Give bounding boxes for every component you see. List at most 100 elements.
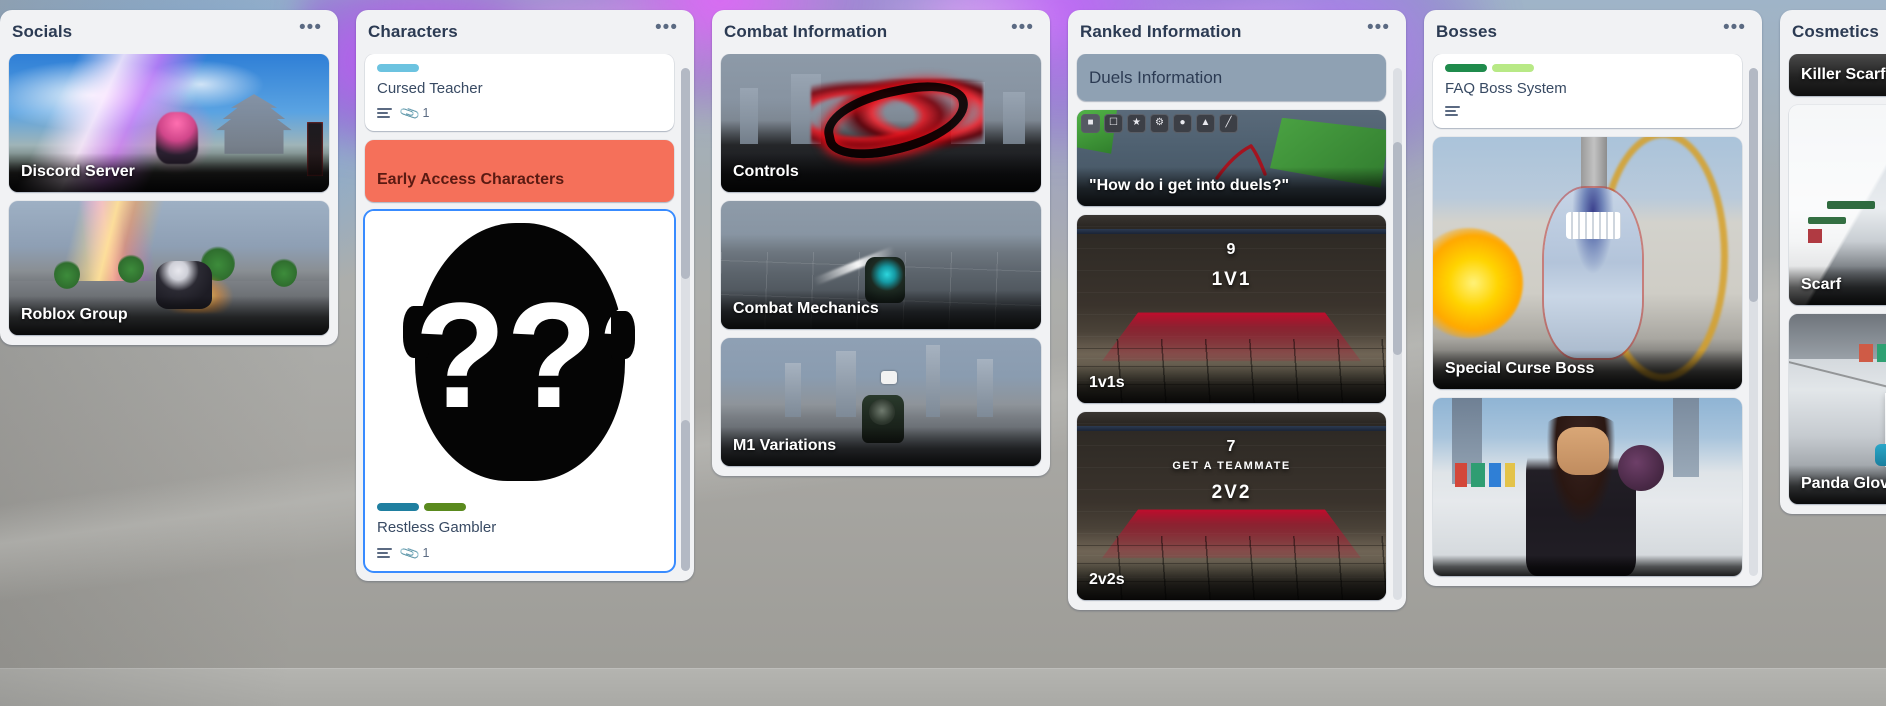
- list-header: Bosses •••: [1424, 10, 1762, 54]
- list-characters[interactable]: Characters ••• Cursed Teacher 📎 1 Early …: [356, 10, 694, 582]
- card-cursed-teacher[interactable]: Cursed Teacher 📎 1: [365, 53, 674, 132]
- list-scrollbar[interactable]: [681, 68, 690, 572]
- card-title: Duels Information: [1089, 67, 1223, 87]
- card-title: Panda Glove: [1789, 464, 1886, 504]
- question-mark-icon: ???: [414, 271, 675, 440]
- label-pill[interactable]: [424, 503, 466, 512]
- card-controls[interactable]: Controls: [721, 53, 1041, 192]
- draw-icon[interactable]: ╱: [1219, 113, 1238, 133]
- list-menu-icon[interactable]: •••: [1007, 18, 1038, 41]
- arena-topline-art: [1077, 425, 1386, 431]
- card-title: FAQ Boss System: [1445, 79, 1567, 97]
- card-cover-image: Combat Mechanics: [721, 200, 1041, 329]
- tree-art: [53, 258, 80, 289]
- list-menu-icon[interactable]: •••: [651, 18, 682, 41]
- card-early-access-characters[interactable]: Early Access Characters: [365, 140, 674, 203]
- attachment-badge: 📎 1: [398, 542, 429, 565]
- list-scrollbar[interactable]: [1749, 68, 1758, 577]
- card-restless-gambler[interactable]: ??? Restless Gambler 📎 1: [365, 211, 675, 572]
- paperclip-icon: 📎: [398, 102, 422, 125]
- arena-player-count: 7: [1226, 437, 1237, 455]
- fire-art: [1433, 228, 1523, 339]
- trello-board[interactable]: Socials ••• Discord Server Roblox Group …: [0, 0, 1886, 706]
- list-header: Ranked Information •••: [1068, 10, 1406, 54]
- card-title: 1v1s: [1077, 363, 1386, 403]
- arena-subtitle: GET A TEAMMATE: [1172, 459, 1291, 472]
- list-menu-icon[interactable]: •••: [1719, 18, 1750, 41]
- card-color-cover: Early Access Characters: [365, 140, 674, 203]
- list-scrollbar[interactable]: [1393, 68, 1402, 600]
- list-ranked-information[interactable]: Ranked Information ••• Duels Information: [1068, 10, 1406, 610]
- game-toolbar-icons: ■ ☐ ★ ⚙ ● ▲ ╱: [1081, 113, 1238, 133]
- card-duels-information[interactable]: Duels Information: [1077, 53, 1386, 101]
- list-combat-information[interactable]: Combat Information ••• Controls Combat M…: [712, 10, 1050, 476]
- building-art: [740, 87, 759, 144]
- card-panda-glove[interactable]: Panda Glove: [1789, 313, 1886, 504]
- list-socials[interactable]: Socials ••• Discord Server Roblox Group: [0, 10, 338, 345]
- record-icon[interactable]: ▲: [1196, 113, 1215, 133]
- list-cards: FAQ Boss System Special Curse Boss: [1424, 53, 1762, 579]
- card-labels: [1433, 54, 1742, 72]
- card-2v2s[interactable]: 7 GET A TEAMMATE 2V2 2v2s: [1077, 411, 1386, 600]
- list-header: Characters •••: [356, 10, 694, 54]
- roblox-icon[interactable]: ■: [1081, 113, 1100, 133]
- emote-icon[interactable]: ★: [1127, 113, 1146, 133]
- foliage-art: [1827, 200, 1876, 209]
- person-icon[interactable]: ●: [1173, 113, 1192, 133]
- list-title: Characters: [368, 22, 458, 41]
- card-badges: 📎 1: [365, 98, 674, 131]
- list-cards: Controls Combat Mechanics M1 Variations: [712, 53, 1050, 468]
- card-scarf[interactable]: Scarf: [1789, 104, 1886, 305]
- card-cover-image: Panda Glove: [1789, 313, 1886, 504]
- building-art: [977, 359, 993, 418]
- card-title: Combat Mechanics: [721, 289, 1041, 329]
- list-cards: Killer Scarf Scarf Panda Glov: [1780, 53, 1886, 506]
- arena-topline-art: [1077, 228, 1386, 234]
- card-title: Special Curse Boss: [1433, 350, 1742, 390]
- card-title: M1 Variations: [721, 426, 1041, 466]
- list-menu-icon[interactable]: •••: [1363, 18, 1394, 41]
- card-m1-variations[interactable]: M1 Variations: [721, 337, 1041, 466]
- screenshot-icon[interactable]: ☐: [1104, 113, 1123, 133]
- paperclip-icon: 📎: [398, 541, 422, 565]
- card-badges: 📎 1: [365, 538, 674, 571]
- card-title: 2v2s: [1077, 560, 1386, 600]
- list-cosmetics[interactable]: Cosmetics ••• Killer Scarf Scarf: [1780, 10, 1886, 514]
- list-title: Socials: [12, 22, 73, 41]
- card-cover-image: Scarf: [1789, 104, 1886, 305]
- card-title: Restless Gambler: [377, 519, 497, 537]
- label-pill[interactable]: [377, 503, 419, 512]
- card-title: Roblox Group: [9, 295, 329, 335]
- description-icon: [377, 547, 392, 559]
- panda-glove-art: [1875, 443, 1886, 466]
- tree-art: [117, 252, 144, 283]
- card-how-do-i-get-into-duels[interactable]: ■ ☐ ★ ⚙ ● ▲ ╱ "How do i get into duels?": [1077, 109, 1386, 206]
- description-badge: [377, 547, 392, 559]
- description-icon: [1445, 106, 1460, 117]
- list-header: Socials •••: [0, 10, 338, 54]
- card-special-curse-boss[interactable]: Special Curse Boss: [1433, 137, 1742, 390]
- pillar-art: [1581, 137, 1608, 190]
- label-pill[interactable]: [1492, 63, 1534, 72]
- card-boss-2[interactable]: [1433, 398, 1742, 577]
- card-cover-image: ■ ☐ ★ ⚙ ● ▲ ╱ "How do i get into duels?": [1077, 109, 1386, 206]
- label-pill[interactable]: [377, 63, 419, 72]
- boss-character-art: [1544, 187, 1643, 358]
- settings-icon[interactable]: ⚙: [1150, 113, 1169, 133]
- card-faq-boss-system[interactable]: FAQ Boss System: [1433, 53, 1742, 129]
- list-bosses[interactable]: Bosses ••• FAQ Boss System Special Curse…: [1424, 10, 1762, 587]
- card-combat-mechanics[interactable]: Combat Mechanics: [721, 200, 1041, 329]
- gift-box-art: [1808, 228, 1823, 243]
- card-discord-server[interactable]: Discord Server: [9, 53, 329, 192]
- card-1v1s[interactable]: 9 1V1 1v1s: [1077, 214, 1386, 403]
- attachment-count: 1: [422, 106, 430, 121]
- card-cover-image: [1433, 398, 1742, 577]
- label-pill[interactable]: [1445, 63, 1487, 72]
- list-menu-icon[interactable]: •••: [295, 18, 326, 41]
- description-icon: [377, 107, 392, 119]
- card-roblox-group[interactable]: Roblox Group: [9, 200, 329, 335]
- card-title: Cursed Teacher: [377, 79, 483, 97]
- cursed-spirit-art: [1618, 444, 1665, 491]
- card-badges: [1433, 98, 1742, 128]
- card-killer-scarf[interactable]: Killer Scarf: [1789, 53, 1886, 96]
